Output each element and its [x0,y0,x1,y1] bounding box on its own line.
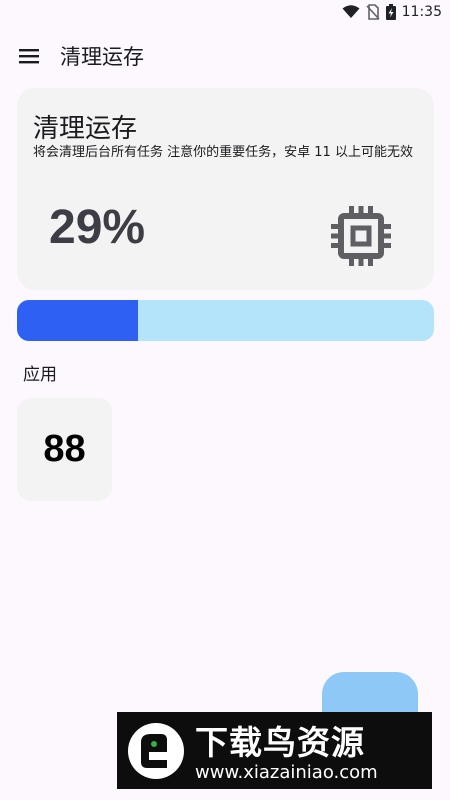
memory-usage-percent: 29% [49,201,146,254]
memory-progress-bar [17,300,434,341]
battery-charging-icon [385,4,396,20]
status-time: 11:35 [401,4,442,20]
card-description: 将会清理后台所有任务 注意你的重要任务，安卓 11 以上可能无效 [33,145,413,160]
bird-logo-icon [128,723,184,779]
apps-section-label: 应用 [23,365,57,385]
menu-button[interactable] [17,44,41,68]
app-count-tile[interactable]: 88 [17,398,112,501]
memory-clean-card[interactable]: 清理运存 将会清理后台所有任务 注意你的重要任务，安卓 11 以上可能无效 29… [17,88,434,290]
watermark-title: 下载鸟资源 [195,723,365,762]
app-count: 88 [43,428,86,470]
status-icons: 11:35 [342,4,442,20]
watermark-url: www.xiazainiao.com [195,762,378,783]
status-bar: 11:35 [0,0,450,26]
watermark-banner: 下载鸟资源 www.xiazainiao.com [117,712,432,789]
memory-progress-fill [17,300,138,341]
wifi-icon [342,5,360,18]
no-sim-icon [366,4,380,20]
card-title: 清理运存 [33,114,138,144]
page-title: 清理运存 [60,45,144,69]
top-app-bar: 清理运存 [0,26,450,86]
hamburger-menu-icon [19,49,39,64]
memory-chip-icon [331,206,391,266]
